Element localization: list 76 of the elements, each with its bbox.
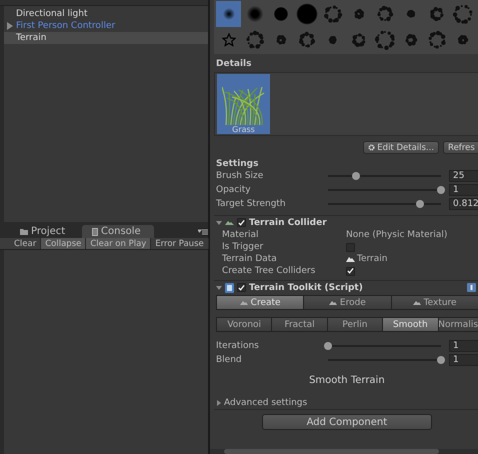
mode-tab[interactable]: Perlin <box>328 318 384 331</box>
expand-arrow-icon[interactable] <box>216 400 222 406</box>
gear-icon <box>368 144 376 151</box>
number-field[interactable]: 25 <box>449 170 478 182</box>
panel-tab[interactable]: Project <box>10 225 82 238</box>
slider-thumb[interactable] <box>416 200 424 208</box>
scatter-brush-icon <box>322 4 342 24</box>
brush-swatch[interactable] <box>294 1 319 27</box>
script-icon <box>225 282 234 292</box>
scatter-brush-icon <box>452 4 472 24</box>
object-field[interactable]: None (Physic Material) <box>346 230 448 240</box>
section-heading: Details <box>216 59 252 69</box>
document-icon <box>92 228 98 236</box>
asset-field[interactable]: Terrain <box>346 254 388 264</box>
checkbox[interactable] <box>346 266 355 276</box>
mountain-icon <box>328 300 337 304</box>
mode-tab[interactable]: Smooth <box>383 318 438 331</box>
menu-icon[interactable] <box>198 229 208 235</box>
brush-swatch[interactable] <box>216 1 241 27</box>
slider-thumb[interactable] <box>437 186 445 194</box>
mode-tab[interactable]: Voronoi <box>217 318 272 331</box>
tool-tab[interactable]: Erode <box>304 296 392 309</box>
slider-thumb[interactable] <box>324 342 332 350</box>
details-button[interactable]: Refres <box>443 141 478 154</box>
component-title: Terrain Toolkit (Script) <box>249 282 363 292</box>
hierarchy-item[interactable]: First Person Controller <box>4 20 208 32</box>
number-field[interactable]: 0.812 <box>449 198 478 210</box>
checkbox[interactable] <box>237 283 246 292</box>
hierarchy-item[interactable]: Directional light <box>4 8 208 20</box>
help-icon[interactable] <box>466 283 476 292</box>
field-label: Material <box>222 230 260 240</box>
action-label[interactable]: Smooth Terrain <box>214 375 478 386</box>
grass-thumbnail[interactable]: Grass <box>217 74 270 134</box>
expand-arrow-icon[interactable] <box>216 220 222 226</box>
field-label: Iterations <box>216 341 260 351</box>
terrain-icon <box>346 256 355 262</box>
field-label: Terrain Data <box>222 254 278 264</box>
checkbox[interactable] <box>237 218 246 227</box>
folder-icon <box>20 228 28 235</box>
round-brush-icon <box>296 3 318 25</box>
details-button[interactable]: Edit Details... <box>363 141 440 154</box>
number-field[interactable]: 1 <box>449 184 478 196</box>
scatter-brush-icon <box>374 30 394 50</box>
tool-tab[interactable]: Create <box>217 296 304 309</box>
mountain-icon <box>225 220 234 225</box>
toolbar-toggle[interactable]: Clear on Play <box>86 238 152 249</box>
star-brush-icon <box>222 33 236 47</box>
mountain-icon <box>412 300 421 304</box>
field-label: Is Trigger <box>222 242 264 252</box>
toolbar-toggle[interactable]: Collapse <box>41 238 86 249</box>
scatter-brush-icon <box>426 30 446 50</box>
slider-thumb[interactable] <box>437 356 445 364</box>
scatter-brush-icon <box>374 4 394 24</box>
mode-tab[interactable]: Normalis <box>438 318 478 331</box>
field-label: Brush Size <box>216 171 264 181</box>
foldout-label[interactable]: Advanced settings <box>224 398 308 408</box>
panel-tab[interactable]: Console <box>82 225 154 238</box>
slider-thumb[interactable] <box>352 172 360 180</box>
add-component-button[interactable]: Add Component <box>262 414 432 430</box>
scatter-brush-icon <box>296 30 316 50</box>
field-label: Create Tree Colliders <box>222 266 316 276</box>
mountain-icon <box>240 300 248 304</box>
tool-tab[interactable]: Texture <box>392 296 478 309</box>
section-heading: Settings <box>216 159 260 169</box>
number-field[interactable]: 1 <box>449 340 478 352</box>
mode-tab[interactable]: Fractal <box>272 318 328 331</box>
field-label: Opacity <box>216 185 252 195</box>
hierarchy-item[interactable]: Terrain <box>4 32 208 44</box>
scatter-brush-icon <box>244 30 264 50</box>
grass-icon <box>222 85 266 125</box>
component-title: Terrain Collider <box>249 218 327 228</box>
number-field[interactable]: 1 <box>449 354 478 366</box>
field-label: Target Strength <box>216 199 287 209</box>
field-label: Blend <box>216 355 243 365</box>
expand-arrow-icon[interactable] <box>216 284 222 290</box>
scrollbar-thumb[interactable] <box>224 449 439 454</box>
